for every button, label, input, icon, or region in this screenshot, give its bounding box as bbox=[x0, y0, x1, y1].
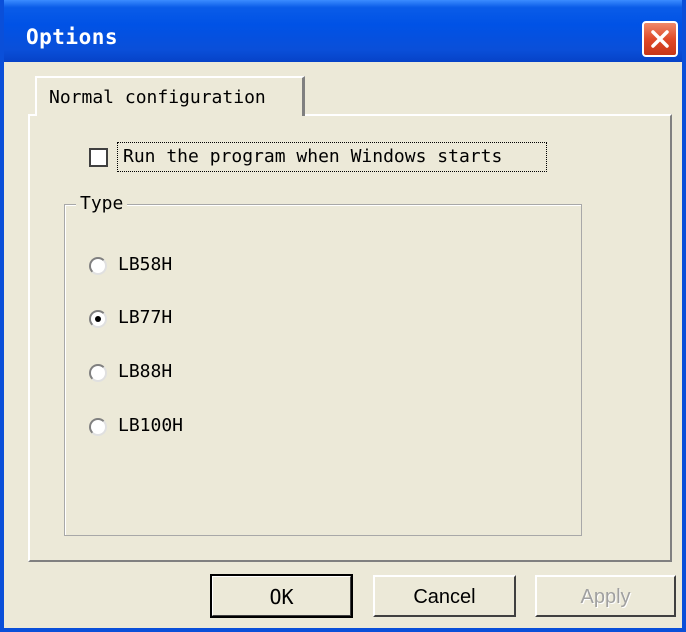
tab-normal-configuration[interactable]: Normal configuration bbox=[35, 76, 305, 116]
startup-checkbox-label[interactable]: Run the program when Windows starts bbox=[117, 142, 547, 172]
options-dialog: Options Normal configuration Run the pro… bbox=[0, 0, 686, 632]
radio-label-lb100h[interactable]: LB100H bbox=[118, 415, 183, 436]
window-title: Options bbox=[26, 25, 119, 49]
title-bar[interactable]: Options bbox=[4, 0, 682, 62]
tab-label: Normal configuration bbox=[49, 87, 266, 108]
type-group-label: Type bbox=[76, 193, 128, 214]
radio-lb58h[interactable] bbox=[89, 257, 107, 275]
radio-label-lb88h[interactable]: LB88H bbox=[118, 361, 172, 382]
ok-button-label: OK bbox=[269, 585, 294, 609]
radio-lb77h[interactable] bbox=[89, 310, 107, 328]
cancel-button[interactable]: Cancel bbox=[373, 575, 516, 617]
close-button[interactable] bbox=[642, 21, 678, 57]
cancel-button-label: Cancel bbox=[413, 586, 476, 608]
apply-button-label: Apply bbox=[580, 586, 631, 608]
close-icon bbox=[651, 30, 669, 48]
radio-lb100h[interactable] bbox=[89, 418, 107, 436]
radio-label-lb77h[interactable]: LB77H bbox=[118, 307, 172, 328]
radio-label-lb58h[interactable]: LB58H bbox=[118, 254, 172, 275]
startup-checkbox[interactable] bbox=[89, 148, 108, 167]
ok-button[interactable]: OK bbox=[210, 574, 353, 618]
radio-lb88h[interactable] bbox=[89, 364, 107, 382]
radio-selected-dot bbox=[95, 316, 101, 322]
apply-button[interactable]: Apply bbox=[535, 575, 676, 617]
